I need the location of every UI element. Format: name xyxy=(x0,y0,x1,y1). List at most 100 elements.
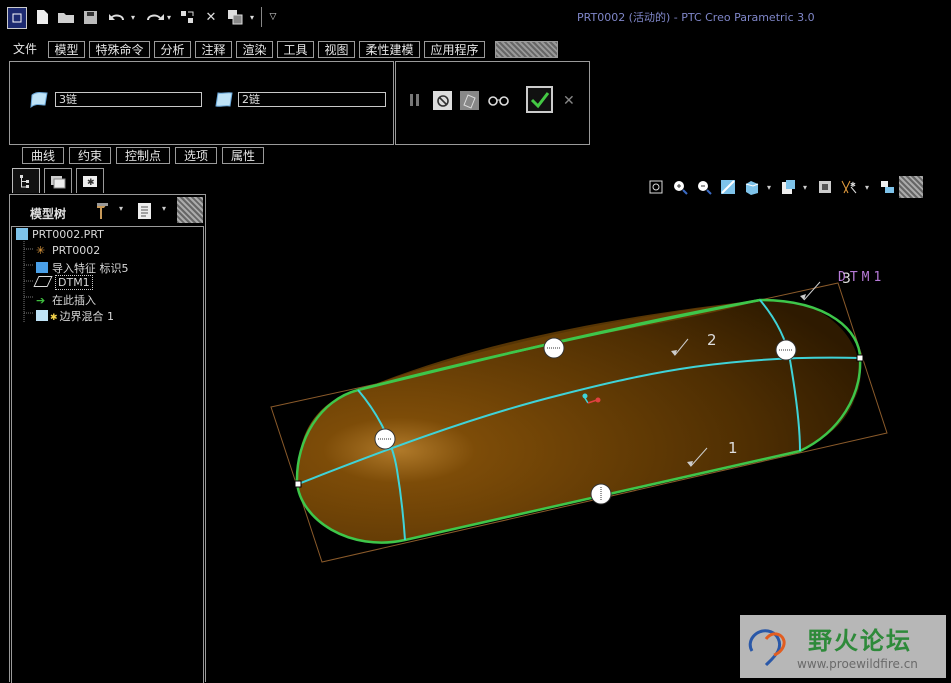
boundary-curve-outer[interactable] xyxy=(295,298,862,544)
redo-dropdown-icon[interactable]: ▾ xyxy=(165,7,173,27)
tab-model-tree[interactable] xyxy=(12,168,40,193)
repaint-icon[interactable] xyxy=(719,178,737,196)
tab-folder-browser[interactable] xyxy=(44,168,72,193)
curve-point-handle-top[interactable] xyxy=(543,337,565,359)
csys-icon: ✳ xyxy=(36,244,46,257)
display-style-dropdown-icon[interactable]: ▾ xyxy=(764,178,774,196)
zoom-in-icon[interactable] xyxy=(671,178,689,196)
tree-item-root[interactable]: PRT0002.PRT xyxy=(16,228,104,241)
redo-icon[interactable] xyxy=(143,7,167,27)
confirm-check-icon[interactable] xyxy=(526,86,553,113)
second-direction-icon[interactable] xyxy=(214,91,234,112)
regenerate-icon[interactable] xyxy=(178,7,196,27)
label-leader-3 xyxy=(803,281,821,301)
tab-favorites[interactable]: ✱ xyxy=(76,168,104,193)
open-folder-icon[interactable] xyxy=(56,7,76,27)
first-direction-icon[interactable] xyxy=(29,91,49,112)
app-logo-icon[interactable] xyxy=(7,7,27,29)
datum-display-filters-icon[interactable]: ✱ xyxy=(840,178,858,196)
datum-plane-dtm1[interactable] xyxy=(270,282,888,563)
subtab-properties[interactable]: 属性 xyxy=(222,147,264,164)
refit-icon[interactable] xyxy=(647,178,665,196)
customize-toolbar-icon[interactable]: ▽ xyxy=(267,7,279,27)
watermark-title: 野火论坛 xyxy=(808,627,912,655)
boundary-blend-surface[interactable] xyxy=(297,299,861,543)
curve-label-3: 3 xyxy=(842,271,851,287)
import-feature-icon xyxy=(36,262,48,273)
menu-model[interactable]: 模型 xyxy=(48,41,85,58)
chain-curve-top[interactable] xyxy=(357,298,761,392)
subtab-control-points[interactable]: 控制点 xyxy=(116,147,170,164)
subtab-curves[interactable]: 曲线 xyxy=(22,147,64,164)
spin-center-icon[interactable] xyxy=(899,176,923,198)
saved-orientations-dropdown-icon[interactable]: ▾ xyxy=(800,178,810,196)
curve-label-2: 2 xyxy=(707,331,717,349)
part-icon xyxy=(16,228,28,240)
model-tree-list: PRT0002.PRT ✳ PRT0002 导入特征 标识5 DTM1 ➔ 在此插入… xyxy=(11,226,204,683)
preview-glasses-icon[interactable] xyxy=(488,93,510,110)
menu-render[interactable]: 渲染 xyxy=(236,41,273,58)
watermark-url: www.proewildfire.cn xyxy=(797,657,918,671)
curve-point-handle-bottom[interactable] xyxy=(590,483,612,505)
menu-view[interactable]: 视图 xyxy=(318,41,355,58)
menu-analysis[interactable]: 分析 xyxy=(154,41,191,58)
tree-settings-dropdown-icon[interactable]: ▾ xyxy=(119,204,123,213)
menu-special-commands[interactable]: 特殊命令 xyxy=(89,41,150,58)
no-preview-icon[interactable] xyxy=(433,91,452,110)
curve-point-handle-right[interactable] xyxy=(775,339,797,361)
display-style-icon[interactable] xyxy=(743,178,761,196)
model-tree-icon xyxy=(20,175,29,188)
datum-display-dropdown-icon[interactable]: ▾ xyxy=(862,178,872,196)
tree-item-csys[interactable]: ✳ PRT0002 xyxy=(36,244,100,257)
tree-item-import-feature[interactable]: 导入特征 标识5 xyxy=(36,260,129,276)
pause-icon[interactable] xyxy=(409,93,421,110)
saved-orientations-icon[interactable] xyxy=(779,178,797,196)
show-list-icon[interactable] xyxy=(136,201,154,224)
menu-file[interactable]: 文件 xyxy=(8,41,42,58)
view-manager-icon[interactable] xyxy=(816,178,834,196)
switch-windows-icon[interactable] xyxy=(225,7,245,27)
menu-boundary-blend-tab[interactable] xyxy=(495,41,558,58)
first-direction-collector[interactable]: 3链 xyxy=(55,92,202,107)
surface-top-highlight xyxy=(360,300,760,390)
undo-icon[interactable] xyxy=(105,7,131,27)
tree-settings-icon[interactable] xyxy=(93,201,113,224)
tree-item-insert-here[interactable]: ➔ 在此插入 xyxy=(36,292,96,308)
second-direction-collector[interactable]: 2链 xyxy=(238,92,386,107)
menu-applications[interactable]: 应用程序 xyxy=(424,41,485,58)
endpoint-handle-left[interactable] xyxy=(294,480,302,488)
verify-mode-icon[interactable] xyxy=(460,91,479,110)
show-dropdown-icon[interactable]: ▾ xyxy=(162,204,166,213)
svg-text:✱: ✱ xyxy=(87,178,95,188)
undo-dropdown-icon[interactable]: ▾ xyxy=(129,7,137,27)
favorites-icon: ✱ xyxy=(83,176,97,188)
curve-point-handle-left[interactable] xyxy=(374,428,396,450)
folder-browser-icon xyxy=(51,176,66,189)
cancel-x-icon[interactable]: ✕ xyxy=(563,93,575,109)
tree-item-boundary-blend[interactable]: ✱ 边界混合 1 xyxy=(36,308,114,324)
action-panel: ✕ xyxy=(395,61,590,145)
menu-annotate[interactable]: 注释 xyxy=(195,41,232,58)
switch-windows-dropdown-icon[interactable]: ▾ xyxy=(248,7,256,27)
tree-item-datum-plane[interactable]: DTM1 xyxy=(33,275,93,290)
subtab-options[interactable]: 选项 xyxy=(175,147,217,164)
svg-text:✱: ✱ xyxy=(850,181,856,189)
annotation-display-icon[interactable] xyxy=(878,178,896,196)
chain-curve-2[interactable] xyxy=(297,356,861,485)
subtab-constraints[interactable]: 约束 xyxy=(69,147,111,164)
cross-curve-left[interactable] xyxy=(357,389,406,541)
save-icon[interactable] xyxy=(81,7,99,27)
zoom-out-icon[interactable] xyxy=(695,178,713,196)
feature-input-panel: 3链 2链 xyxy=(9,61,394,145)
new-file-icon[interactable] xyxy=(33,7,51,27)
quick-access-toolbar: ▾ ▾ ✕ ▾ ▽ PRT0002 (活动的) - PTC Creo Param… xyxy=(0,0,951,36)
watermark-logo-icon xyxy=(748,629,786,667)
menu-flexible-modeling[interactable]: 柔性建模 xyxy=(359,41,420,58)
endpoint-handle-right[interactable] xyxy=(856,354,864,362)
cross-curve-right[interactable] xyxy=(759,299,801,452)
active-feature-star-icon: ✱ xyxy=(50,313,58,323)
tree-panel-options-icon[interactable] xyxy=(177,197,203,223)
menu-tools[interactable]: 工具 xyxy=(277,41,314,58)
label-leader-2 xyxy=(674,338,689,356)
close-window-icon[interactable]: ✕ xyxy=(203,7,219,27)
